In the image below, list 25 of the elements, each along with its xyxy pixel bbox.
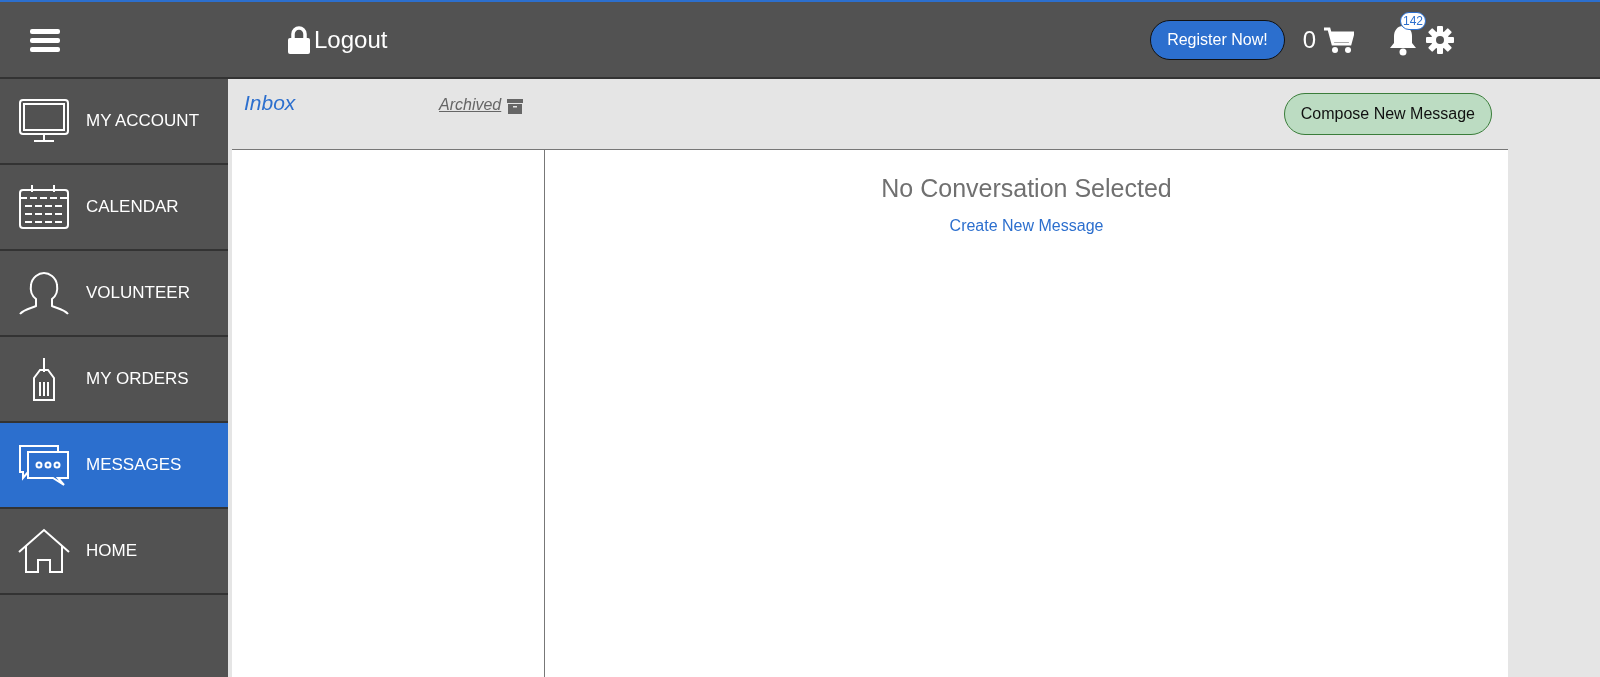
folder-tab[interactable]: Archived <box>439 91 502 114</box>
cart-count: 0 <box>1302 25 1316 54</box>
calendar-icon <box>18 184 70 230</box>
house-icon <box>18 528 70 574</box>
sidebar-item[interactable]: HOME <box>0 509 228 595</box>
sidebar-item[interactable]: MESSAGES <box>0 423 228 509</box>
person-icon <box>18 270 70 316</box>
cart-icon[interactable] <box>1324 25 1354 54</box>
bell-icon[interactable] <box>1388 23 1418 56</box>
register-button[interactable]: Register Now! <box>1150 19 1285 60</box>
monitor-icon <box>18 98 70 144</box>
logout-link[interactable]: Logout <box>288 25 388 54</box>
compose-button[interactable]: Compose New Message <box>1283 93 1492 135</box>
menu-icon[interactable] <box>30 27 60 52</box>
lock-icon <box>288 25 310 54</box>
sidebar-item[interactable]: CALENDAR <box>0 165 228 251</box>
empty-state-title: No Conversation Selected <box>881 174 1172 203</box>
create-message-link[interactable]: Create New Message <box>949 217 1104 235</box>
folder-tab[interactable]: Inbox <box>244 91 439 115</box>
settings-icon[interactable] <box>1426 25 1454 54</box>
notification-badge: 142 <box>1400 11 1427 30</box>
sidebar-item[interactable]: MY ACCOUNT <box>0 79 228 165</box>
chat-bubbles-icon <box>18 442 70 488</box>
sidebar-item[interactable]: VOLUNTEER <box>0 251 228 337</box>
archive-box-icon <box>507 99 524 114</box>
